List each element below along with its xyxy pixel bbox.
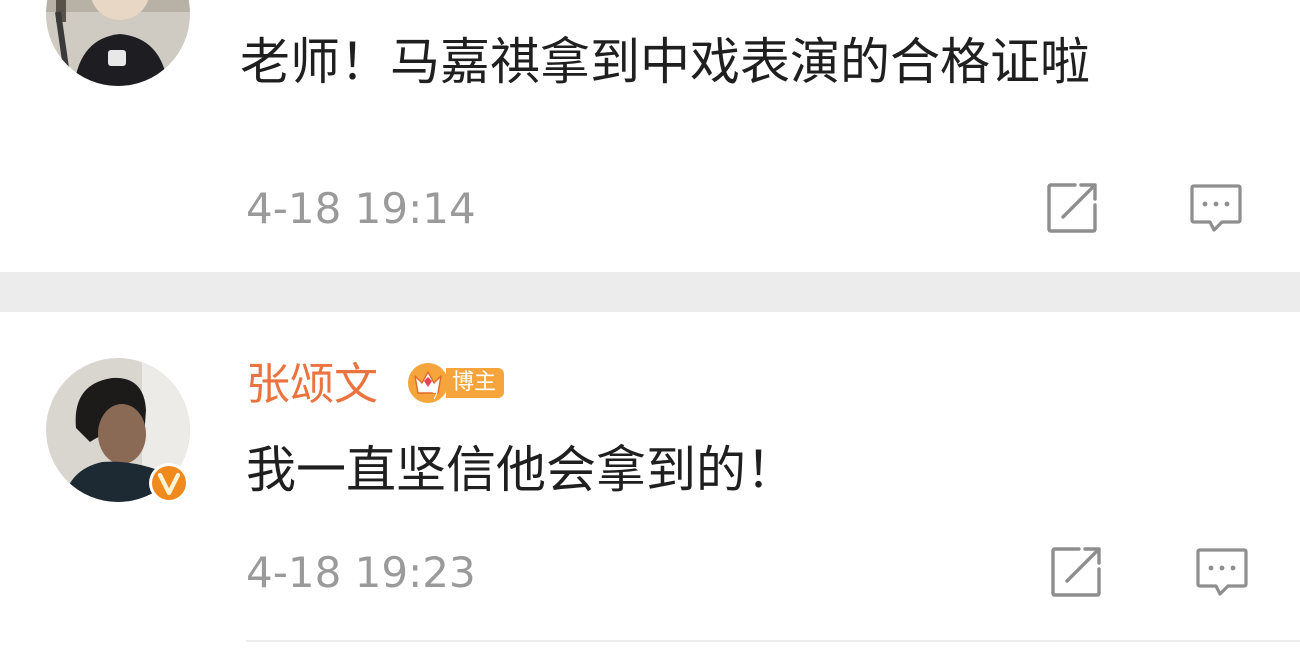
comment-bubble-icon bbox=[1190, 184, 1242, 232]
avatar[interactable] bbox=[46, 0, 190, 86]
badge-label: 博主 bbox=[446, 368, 505, 398]
verified-v-icon bbox=[149, 463, 189, 503]
blogger-badge: 7 博主 bbox=[406, 361, 505, 405]
avatar-image bbox=[46, 0, 190, 86]
comment-item-2: 张颂文 7 博主 我一直坚信他会拿到的！ 4-18 19:23 bbox=[0, 312, 1300, 651]
verified-badge bbox=[148, 462, 190, 504]
separator-line bbox=[246, 640, 1300, 642]
username[interactable]: 张颂文 bbox=[246, 358, 378, 412]
comment-timestamp: 4-18 19:14 bbox=[246, 184, 476, 233]
comment-text: 老师！马嘉祺拿到中戏表演的合格证啦 bbox=[240, 33, 1090, 91]
comment-text: 我一直坚信他会拿到的！ bbox=[246, 441, 796, 499]
comment-timestamp: 4-18 19:23 bbox=[246, 548, 476, 597]
share-external-icon bbox=[1047, 183, 1097, 233]
crown-icon: 7 bbox=[408, 363, 448, 403]
comment-bubble-icon bbox=[1196, 548, 1248, 596]
comment-thread: 老师！马嘉祺拿到中戏表演的合格证啦 4-18 19:14 张颂文 7 博主 我一… bbox=[0, 0, 1300, 651]
comment-button[interactable] bbox=[1186, 178, 1246, 238]
share-external-icon bbox=[1051, 547, 1101, 597]
svg-text:7: 7 bbox=[432, 391, 438, 402]
comment-item-1: 老师！马嘉祺拿到中戏表演的合格证啦 4-18 19:14 bbox=[0, 0, 1300, 272]
share-button[interactable] bbox=[1046, 542, 1106, 602]
share-button[interactable] bbox=[1042, 178, 1102, 238]
comment-button[interactable] bbox=[1192, 542, 1252, 602]
section-divider bbox=[0, 272, 1300, 312]
